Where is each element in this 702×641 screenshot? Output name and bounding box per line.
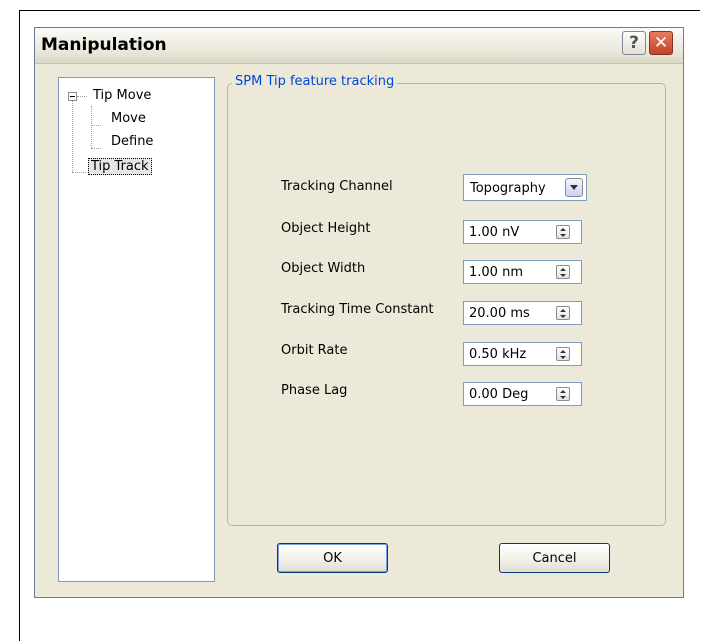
tracking-channel-value: Topography bbox=[470, 181, 546, 196]
object-width-label: Object Width bbox=[281, 261, 366, 276]
tracking-time-constant-value: 20.00 ms bbox=[469, 306, 530, 321]
orbit-rate-label: Orbit Rate bbox=[281, 343, 348, 358]
tree-item-define[interactable]: Define bbox=[111, 134, 153, 149]
tree-connector bbox=[72, 101, 73, 172]
tree-item-tip-move[interactable]: Tip Move bbox=[93, 88, 151, 103]
orbit-rate-input[interactable]: 0.50 kHz bbox=[463, 342, 582, 366]
phase-lag-spinner-icon[interactable] bbox=[556, 387, 570, 401]
tree-connector bbox=[91, 106, 92, 148]
help-icon: ? bbox=[629, 33, 639, 53]
navigation-tree[interactable]: Tip Move Move Define Tip Track bbox=[58, 77, 215, 582]
title-bar[interactable]: Manipulation ? ✕ bbox=[35, 28, 683, 64]
object-width-spinner-icon[interactable] bbox=[556, 265, 570, 279]
tree-connector bbox=[77, 96, 87, 97]
tree-item-move[interactable]: Move bbox=[111, 111, 146, 126]
close-button[interactable]: ✕ bbox=[649, 31, 673, 55]
tree-item-tip-track[interactable]: Tip Track bbox=[88, 158, 152, 175]
object-height-label: Object Height bbox=[281, 221, 371, 236]
chevron-down-icon[interactable] bbox=[565, 178, 583, 197]
cancel-button[interactable]: Cancel bbox=[499, 543, 610, 573]
tracking-time-constant-label: Tracking Time Constant bbox=[281, 302, 434, 317]
object-width-input[interactable]: 1.00 nm bbox=[463, 260, 582, 284]
tracking-time-constant-spinner-icon[interactable] bbox=[556, 306, 570, 320]
close-icon: ✕ bbox=[653, 33, 669, 53]
groupbox-title: SPM Tip feature tracking bbox=[232, 74, 398, 89]
ok-button[interactable]: OK bbox=[277, 543, 388, 573]
tree-connector bbox=[72, 172, 86, 173]
tracking-channel-select[interactable]: Topography bbox=[463, 174, 587, 201]
object-height-spinner-icon[interactable] bbox=[556, 225, 570, 239]
collapse-icon[interactable] bbox=[68, 92, 77, 101]
orbit-rate-spinner-icon[interactable] bbox=[556, 347, 570, 361]
object-height-value: 1.00 nV bbox=[469, 225, 520, 240]
help-button[interactable]: ? bbox=[622, 31, 646, 55]
phase-lag-input[interactable]: 0.00 Deg bbox=[463, 382, 582, 406]
phase-lag-value: 0.00 Deg bbox=[469, 387, 529, 402]
tracking-channel-label: Tracking Channel bbox=[281, 179, 393, 194]
phase-lag-label: Phase Lag bbox=[281, 383, 348, 398]
orbit-rate-value: 0.50 kHz bbox=[469, 347, 527, 362]
object-height-input[interactable]: 1.00 nV bbox=[463, 220, 582, 244]
tree-connector bbox=[91, 125, 101, 126]
dialog-title: Manipulation bbox=[41, 35, 167, 55]
object-width-value: 1.00 nm bbox=[469, 265, 523, 280]
tree-connector bbox=[91, 148, 101, 149]
tracking-time-constant-input[interactable]: 20.00 ms bbox=[463, 301, 582, 325]
